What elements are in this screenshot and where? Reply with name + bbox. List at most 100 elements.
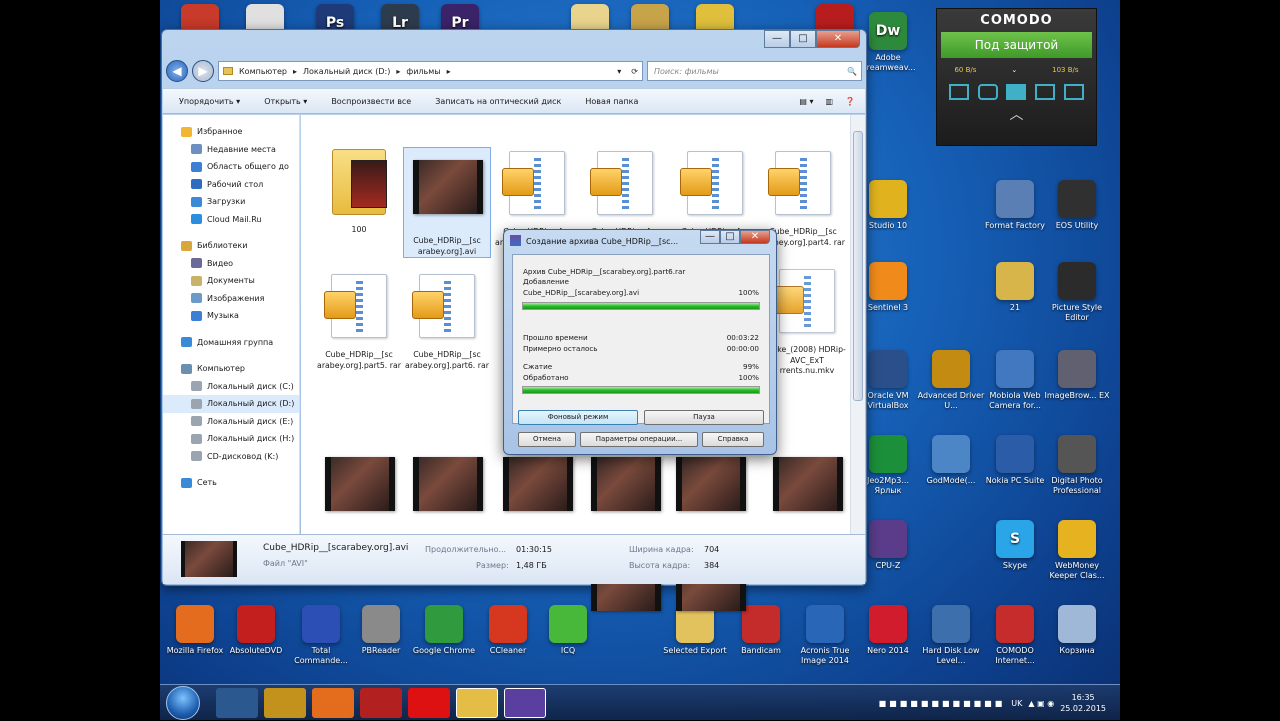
sidebar-item[interactable]: Компьютер xyxy=(163,360,299,378)
sidebar-item-label: Область общего до xyxy=(207,162,289,172)
pause-button[interactable]: Пауза xyxy=(644,410,764,425)
cancel-button[interactable]: Отмена xyxy=(518,432,576,447)
sidebar-item[interactable]: Музыка xyxy=(163,307,299,325)
file-item[interactable] xyxy=(666,445,754,533)
clock[interactable]: 16:35 25.02.2015 xyxy=(1060,692,1106,714)
sidebar-item[interactable]: Cloud Mail.Ru xyxy=(163,211,299,229)
scrollbar[interactable] xyxy=(850,115,865,535)
maximize-button[interactable]: □ xyxy=(720,230,740,244)
minimize-button[interactable]: — xyxy=(700,230,720,244)
desktop-icon[interactable]: S Skype xyxy=(980,520,1050,571)
desktop-icon[interactable]: Hard Disk Low Level... xyxy=(916,605,986,666)
winrar-taskbar-icon[interactable] xyxy=(504,688,546,718)
close-button[interactable]: ✕ xyxy=(740,230,770,244)
minimize-button[interactable]: — xyxy=(764,30,790,48)
sidebar-item[interactable]: Документы xyxy=(163,272,299,290)
desktop-icon[interactable]: Advanced Driver U... xyxy=(916,350,986,411)
desktop-icon[interactable]: AbsoluteDVD xyxy=(221,605,291,656)
open-button[interactable]: Открыть ▾ xyxy=(264,97,307,106)
new-folder-button[interactable]: Новая папка xyxy=(585,97,638,106)
sidebar-item[interactable]: Локальный диск (H:) xyxy=(163,430,299,448)
sidebar-item[interactable]: Изображения xyxy=(163,290,299,308)
help-button[interactable]: Справка xyxy=(702,432,764,447)
address-bar[interactable]: Компьютер ▸ Локальный диск (D:) ▸ фильмы ▸ … xyxy=(218,61,643,81)
preview-pane-icon[interactable]: ▥ xyxy=(825,97,833,106)
breadcrumb-2[interactable]: Локальный диск (D:) xyxy=(303,67,390,76)
tray-expand-icon[interactable]: ▲ ▣ ◉ xyxy=(1028,699,1054,708)
desktop-icon[interactable]: Mozilla Firefox xyxy=(160,605,230,656)
breadcrumb-3[interactable]: фильмы xyxy=(406,67,440,76)
desktop-icon[interactable]: EOS Utility xyxy=(1042,180,1112,231)
view-icon[interactable]: ▤ ▾ xyxy=(799,97,813,106)
sidebar-item[interactable]: CD-дисковод (K:) xyxy=(163,448,299,466)
breadcrumb-1[interactable]: Компьютер xyxy=(239,67,287,76)
sidebar-item[interactable]: Локальный диск (D:) xyxy=(163,395,299,413)
desktop-icon[interactable]: Google Chrome xyxy=(409,605,479,656)
taskbar-app-2[interactable] xyxy=(264,688,306,718)
desktop-icon[interactable]: Digital Photo Professional xyxy=(1042,435,1112,496)
organize-button[interactable]: Упорядочить ▾ xyxy=(179,97,240,106)
sidebar-item[interactable]: Видео xyxy=(163,255,299,273)
yandex-taskbar-icon[interactable] xyxy=(408,688,450,718)
task-icon[interactable] xyxy=(949,84,970,100)
background-button[interactable]: Фоновый режим xyxy=(518,410,638,425)
desktop-icon[interactable]: GodMode(... xyxy=(916,435,986,486)
settings-icon[interactable] xyxy=(1035,84,1056,100)
forward-button[interactable]: ▶ xyxy=(192,60,214,82)
collapse-icon[interactable]: ︿ xyxy=(937,104,1096,124)
start-button[interactable] xyxy=(166,686,200,720)
chevron-down-icon[interactable]: ⌄ xyxy=(1011,66,1017,74)
dropdown-icon[interactable]: ▾ xyxy=(617,67,621,76)
file-item[interactable]: Cube_HDRip__[sc arabey.org].part5. rar xyxy=(315,270,403,371)
file-item[interactable]: Cube_HDRip__[sc arabey.org].part6. rar xyxy=(403,270,491,371)
back-button[interactable]: ◀ xyxy=(166,60,188,82)
desktop-icon[interactable]: PBReader xyxy=(346,605,416,656)
sidebar-item[interactable]: Недавние места xyxy=(163,141,299,159)
sidebar-item[interactable]: Рабочий стол xyxy=(163,176,299,194)
tray-icons[interactable]: ■■■■■■■■■■■■ xyxy=(879,699,1006,708)
protection-status[interactable]: Под защитой xyxy=(941,32,1092,58)
search-input[interactable]: Поиск: фильмы 🔍 xyxy=(647,61,862,81)
operation-params-button[interactable]: Параметры операции... xyxy=(580,432,698,447)
desktop-icon[interactable]: Nero 2014 xyxy=(853,605,923,656)
sidebar-item[interactable]: Локальный диск (C:) xyxy=(163,378,299,396)
firewall-icon[interactable] xyxy=(1006,84,1027,100)
desktop-icon[interactable]: Format Factory xyxy=(980,180,1050,231)
help-icon[interactable]: ❓ xyxy=(845,97,855,106)
sidebar-item[interactable]: Избранное xyxy=(163,123,299,141)
file-name: Cube_HDRip__[sc arabey.org].part6. rar xyxy=(405,350,489,370)
sidebar-item[interactable]: Локальный диск (E:) xyxy=(163,413,299,431)
sidebar-item[interactable]: Сеть xyxy=(163,474,299,492)
sandbox-icon[interactable] xyxy=(977,84,998,100)
taskbar-app-4[interactable] xyxy=(360,688,402,718)
desktop-icon[interactable]: WebMoney Keeper Clas... xyxy=(1042,520,1112,581)
file-item[interactable]: Cube_HDRip__[sc arabey.org].avi xyxy=(403,147,491,258)
desktop-icon[interactable]: Mobiola Web Camera for... xyxy=(980,350,1050,411)
burn-button[interactable]: Записать на оптический диск xyxy=(435,97,561,106)
file-item[interactable] xyxy=(493,445,581,533)
taskbar-app-1[interactable] xyxy=(216,688,258,718)
graph-icon[interactable] xyxy=(1063,84,1084,100)
play-all-button[interactable]: Воспроизвести все xyxy=(331,97,411,106)
desktop-icon[interactable]: 21 xyxy=(980,262,1050,313)
file-item[interactable] xyxy=(581,445,669,533)
desktop-icon[interactable]: COMODO Internet... xyxy=(980,605,1050,666)
explorer-taskbar-icon[interactable] xyxy=(456,688,498,718)
sidebar-item[interactable]: Домашняя группа xyxy=(163,334,299,352)
desktop-icon[interactable]: Picture Style Editor xyxy=(1042,262,1112,323)
close-button[interactable]: ✕ xyxy=(816,30,860,48)
file-item[interactable]: 100 xyxy=(315,147,403,236)
nav-icon xyxy=(191,310,202,321)
refresh-icon[interactable]: ⟳ xyxy=(627,67,642,76)
maximize-button[interactable]: □ xyxy=(790,30,816,48)
video-file-icon xyxy=(325,457,395,511)
sidebar-item[interactable]: Загрузки xyxy=(163,193,299,211)
desktop-icon[interactable]: Nokia PC Suite xyxy=(980,435,1050,486)
firefox-taskbar-icon[interactable] xyxy=(312,688,354,718)
desktop-icon[interactable]: Acronis True Image 2014 xyxy=(790,605,860,666)
language-indicator[interactable]: UK xyxy=(1011,699,1022,708)
sidebar-item[interactable]: Библиотеки xyxy=(163,237,299,255)
sidebar-item[interactable]: Область общего до xyxy=(163,158,299,176)
desktop-icon[interactable]: ImageBrow... EX xyxy=(1042,350,1112,401)
desktop-icon[interactable]: Корзина xyxy=(1042,605,1112,656)
